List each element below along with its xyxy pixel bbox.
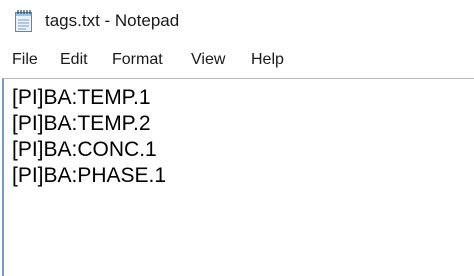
menu-bar: File Edit Format View Help xyxy=(0,44,474,76)
editor-line: [PI]BA:TEMP.2 xyxy=(12,112,151,135)
menu-edit[interactable]: Edit xyxy=(60,51,88,69)
menu-view[interactable]: View xyxy=(191,51,225,69)
editor-line: [PI]BA:CONC.1 xyxy=(12,138,157,161)
text-editor[interactable]: [PI]BA:TEMP.1 [PI]BA:TEMP.2 [PI]BA:CONC.… xyxy=(2,78,474,276)
notepad-icon xyxy=(14,9,34,33)
menu-file[interactable]: File xyxy=(12,51,38,69)
editor-line: [PI]BA:TEMP.1 xyxy=(12,86,151,109)
editor-content: [PI]BA:TEMP.1 [PI]BA:TEMP.2 [PI]BA:CONC.… xyxy=(12,85,166,189)
editor-line: [PI]BA:PHASE.1 xyxy=(12,164,167,187)
title-bar[interactable]: tags.txt - Notepad xyxy=(0,0,474,42)
menu-help[interactable]: Help xyxy=(251,51,284,69)
menu-format[interactable]: Format xyxy=(112,51,163,69)
window-title: tags.txt - Notepad xyxy=(45,11,180,30)
